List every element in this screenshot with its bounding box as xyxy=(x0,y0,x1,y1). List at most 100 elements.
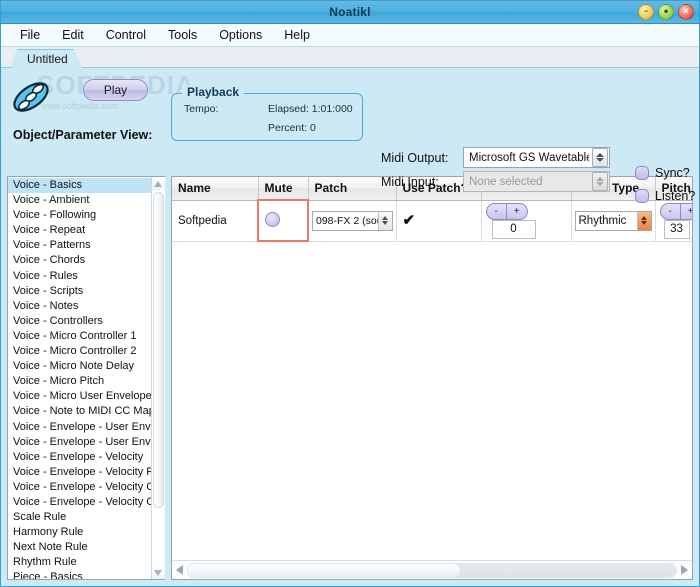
close-button[interactable]: ✕ xyxy=(678,4,694,20)
sidebar-item[interactable]: Rhythm Rule xyxy=(8,555,151,570)
sidebar-item[interactable]: Voice - Envelope - User Envel... xyxy=(8,435,151,450)
sidebar-item[interactable]: Voice - Micro Pitch xyxy=(8,374,151,389)
chevron-updown-icon[interactable] xyxy=(592,148,608,167)
maximize-icon: ● xyxy=(664,8,669,16)
midi-input-select[interactable]: None selected xyxy=(463,171,610,192)
midi-output-value: Microsoft GS Wavetable Synth xyxy=(469,152,589,164)
elapsed-value: Elapsed: 1:01:000 xyxy=(268,103,353,115)
cell-pitch[interactable]: - + 33 xyxy=(655,200,692,241)
window-title: Noatikl xyxy=(329,5,370,19)
sidebar-item[interactable]: Voice - Note to MIDI CC Mappi... xyxy=(8,404,151,419)
sidebar-item[interactable]: Next Note Rule xyxy=(8,540,151,555)
sidebar-item[interactable]: Voice - Basics xyxy=(8,178,151,193)
sidebar-item[interactable]: Voice - Ambient xyxy=(8,193,151,208)
sidebar-item[interactable]: Voice - Envelope - Velocity xyxy=(8,450,151,465)
tempo-label: Tempo: xyxy=(184,103,218,115)
sidebar-scroll-track[interactable] xyxy=(152,190,165,566)
table-row[interactable]: Softpedia 098-FX 2 (sou... xyxy=(172,200,692,241)
sidebar-item[interactable]: Scale Rule xyxy=(8,510,151,525)
menu-bar: File Edit Control Tools Options Help xyxy=(1,24,699,47)
mute-toggle-icon[interactable] xyxy=(265,212,280,227)
sidebar-vertical-scrollbar[interactable] xyxy=(151,177,164,579)
midi-output-row: Midi Output: Microsoft GS Wavetable Synt… xyxy=(381,147,610,168)
cell-use-patch[interactable]: ✔ xyxy=(396,200,481,241)
sidebar-item[interactable]: Voice - Micro Note Delay xyxy=(8,359,151,374)
voices-table-panel: Name Mute Patch Use Patch? MIDI Channel … xyxy=(171,176,693,580)
maximize-button[interactable]: ● xyxy=(658,4,674,20)
scroll-up-arrow-icon[interactable] xyxy=(152,177,165,190)
minimize-button[interactable]: – xyxy=(638,4,654,20)
table-scroll-track[interactable] xyxy=(187,563,677,578)
sidebar-item[interactable]: Piece - Basics xyxy=(8,570,151,579)
listen-checkbox[interactable] xyxy=(635,189,649,203)
menu-control[interactable]: Control xyxy=(95,26,157,44)
playback-group-title: Playback xyxy=(182,85,244,99)
scroll-down-arrow-icon[interactable] xyxy=(152,566,165,579)
midi-channel-increment[interactable]: + xyxy=(507,203,528,220)
sidebar-scroll-thumb[interactable] xyxy=(153,192,164,508)
chevron-updown-icon[interactable] xyxy=(378,212,392,230)
sidebar-item[interactable]: Voice - Notes xyxy=(8,299,151,314)
sidebar-item[interactable]: Voice - Envelope - Velocity Ra... xyxy=(8,465,151,480)
sidebar-item[interactable]: Voice - Repeat xyxy=(8,223,151,238)
menu-tools[interactable]: Tools xyxy=(157,26,208,44)
listen-label: Listen? xyxy=(655,189,695,203)
sidebar-item[interactable]: Voice - Controllers xyxy=(8,314,151,329)
pitch-value[interactable]: 33 xyxy=(664,220,690,239)
sidebar-item[interactable]: Voice - Micro Controller 2 xyxy=(8,344,151,359)
window-controls: – ● ✕ xyxy=(638,4,694,20)
chevron-updown-icon[interactable] xyxy=(637,212,651,230)
object-parameter-list: Voice - BasicsVoice - AmbientVoice - Fol… xyxy=(7,176,165,580)
midi-output-select[interactable]: Microsoft GS Wavetable Synth xyxy=(463,147,610,168)
pitch-decrement[interactable]: - xyxy=(660,203,681,220)
scroll-right-arrow-icon[interactable] xyxy=(677,562,692,579)
sidebar-items: Voice - BasicsVoice - AmbientVoice - Fol… xyxy=(8,177,151,579)
sidebar-item[interactable]: Voice - Micro Controller 1 xyxy=(8,329,151,344)
sync-checkbox-row[interactable]: Sync? xyxy=(635,166,690,180)
menu-options[interactable]: Options xyxy=(208,26,273,44)
pitch-stepper[interactable]: - + xyxy=(660,203,693,220)
play-button[interactable]: Play xyxy=(83,79,148,101)
table-horizontal-scrollbar[interactable] xyxy=(172,560,692,579)
col-name[interactable]: Name xyxy=(172,177,258,200)
pitch-increment[interactable]: + xyxy=(681,203,693,220)
sidebar-item[interactable]: Voice - Rules xyxy=(8,269,151,284)
object-parameter-view-label: Object/Parameter View: xyxy=(13,128,152,142)
listen-checkbox-row[interactable]: Listen? xyxy=(635,189,695,203)
cell-voice-type[interactable]: Rhythmic xyxy=(571,200,655,241)
use-patch-check-icon[interactable]: ✔ xyxy=(403,212,416,229)
sidebar-item[interactable]: Harmony Rule xyxy=(8,525,151,540)
scroll-left-arrow-icon[interactable] xyxy=(172,562,187,579)
sidebar-item[interactable]: Voice - Following xyxy=(8,208,151,223)
sidebar-item[interactable]: Voice - Chords xyxy=(8,253,151,268)
midi-input-row: Midi Input: None selected xyxy=(381,171,610,192)
midi-channel-stepper[interactable]: - + xyxy=(486,203,528,220)
sync-label: Sync? xyxy=(655,166,690,180)
menu-help[interactable]: Help xyxy=(273,26,321,44)
tab-untitled[interactable]: Untitled xyxy=(10,49,83,68)
menu-file[interactable]: File xyxy=(9,26,51,44)
cell-name[interactable]: Softpedia xyxy=(172,200,258,241)
voice-type-select[interactable]: Rhythmic xyxy=(575,211,652,231)
sidebar-item[interactable]: Voice - Patterns xyxy=(8,238,151,253)
cell-midi-channel[interactable]: - + 0 xyxy=(481,200,571,241)
table-scroll-thumb[interactable] xyxy=(187,563,461,578)
cell-mute[interactable] xyxy=(258,200,308,241)
title-bar: Noatikl – ● ✕ xyxy=(1,1,699,24)
sidebar-item[interactable]: Voice - Envelope - Velocity Ch... xyxy=(8,480,151,495)
app-logo-icon xyxy=(9,80,53,114)
sidebar-item[interactable]: Voice - Micro User Envelope 1 xyxy=(8,389,151,404)
minimize-icon: – xyxy=(644,8,648,16)
sidebar-item[interactable]: Voice - Envelope - User Envel... xyxy=(8,420,151,435)
midi-channel-decrement[interactable]: - xyxy=(486,203,507,220)
midi-input-value: None selected xyxy=(469,176,589,188)
menu-edit[interactable]: Edit xyxy=(51,26,95,44)
sync-checkbox[interactable] xyxy=(635,166,649,180)
col-mute[interactable]: Mute xyxy=(258,177,308,200)
patch-select[interactable]: 098-FX 2 (sou... xyxy=(312,211,393,231)
midi-channel-value[interactable]: 0 xyxy=(492,220,536,239)
chevron-updown-icon xyxy=(592,172,608,191)
sidebar-item[interactable]: Voice - Scripts xyxy=(8,284,151,299)
sidebar-item[interactable]: Voice - Envelope - Velocity Ch... xyxy=(8,495,151,510)
cell-patch[interactable]: 098-FX 2 (sou... xyxy=(308,200,396,241)
